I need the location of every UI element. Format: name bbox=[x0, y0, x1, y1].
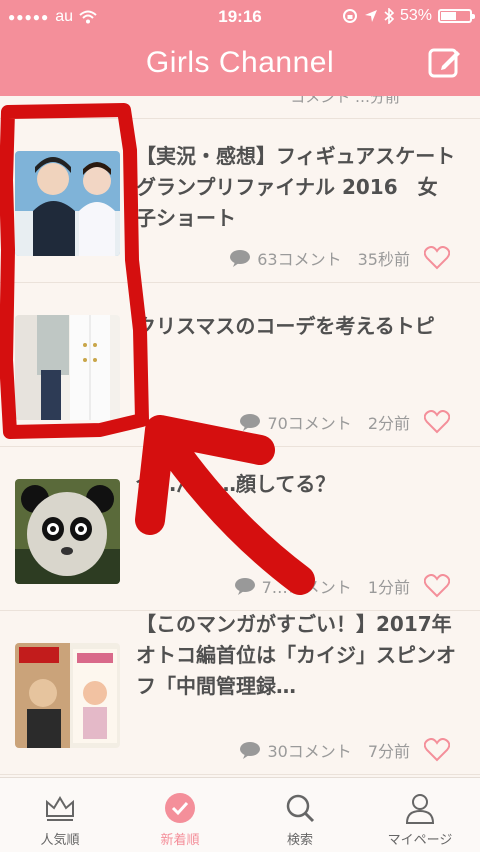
topic-list[interactable]: コメント …分前 【実況・感想】フィギュアスケートグランプリファイナル 2016… bbox=[0, 96, 480, 778]
comment-count: 63コメント bbox=[257, 250, 342, 269]
compose-icon[interactable] bbox=[428, 46, 462, 80]
comment-icon bbox=[240, 414, 261, 431]
heart-icon[interactable] bbox=[423, 574, 451, 598]
topic-meta: 30コメント 7分前 bbox=[239, 738, 451, 762]
comment-icon bbox=[234, 578, 255, 595]
comment-count: 70コメント bbox=[267, 414, 352, 433]
list-item[interactable]: クリスマスのコーデを考えるトピ 70コメント 2分前 bbox=[0, 283, 480, 447]
topic-title[interactable]: クリスマスのコーデを考えるトピ bbox=[136, 311, 456, 342]
location-icon bbox=[364, 10, 377, 22]
bluetooth-icon bbox=[384, 8, 394, 24]
posted-time: 35秒前 bbox=[357, 250, 410, 269]
posted-time: 2分前 bbox=[367, 414, 410, 433]
comment-icon bbox=[230, 250, 251, 267]
comment-icon bbox=[240, 742, 261, 759]
tab-label: マイページ bbox=[387, 833, 453, 848]
list-item[interactable]: 【このマンガがすごい！】2017年オトコ編首位は「カイジ」スピンオフ「中間管理録… bbox=[0, 611, 480, 775]
topic-meta: 63コメント 35秒前 bbox=[229, 246, 451, 270]
topic-thumbnail[interactable] bbox=[15, 643, 120, 748]
tab-ranking[interactable]: 人気順 bbox=[0, 778, 120, 852]
topic-title[interactable]: 【このマンガがすごい！】2017年オトコ編首位は「カイジ」スピンオフ「中間管理録… bbox=[136, 609, 456, 702]
posted-time: 1分前 bbox=[367, 578, 410, 597]
partial-meta: コメント …分前 bbox=[290, 96, 400, 106]
battery-percent: 53% bbox=[399, 7, 432, 24]
status-bar: ●●●●● au 19:16 53% bbox=[0, 0, 480, 34]
rotation-lock-icon bbox=[342, 9, 357, 23]
tab-label: 新着順 bbox=[160, 833, 200, 848]
person-icon bbox=[405, 794, 435, 824]
topic-thumbnail[interactable] bbox=[15, 479, 120, 584]
topic-meta: 70コメント 2分前 bbox=[239, 410, 451, 434]
tab-bar: 人気順 新着順 検索 マイページ bbox=[0, 777, 480, 852]
tab-mypage[interactable]: マイページ bbox=[360, 778, 480, 852]
list-item[interactable]: 【実況・感想】フィギュアスケートグランプリファイナル 2016 女子ショート 6… bbox=[0, 119, 480, 283]
heart-icon[interactable] bbox=[423, 410, 451, 434]
tab-label: 人気順 bbox=[40, 833, 80, 848]
comment-count: 7…コメント bbox=[261, 578, 352, 597]
topic-thumbnail[interactable] bbox=[15, 315, 120, 420]
heart-icon[interactable] bbox=[423, 246, 451, 270]
app-title: Girls Channel bbox=[145, 46, 335, 79]
posted-time: 7分前 bbox=[367, 742, 410, 761]
topic-title[interactable]: 【実況・感想】フィギュアスケートグランプリファイナル 2016 女子ショート bbox=[136, 141, 456, 234]
tab-new[interactable]: 新着順 bbox=[120, 778, 240, 852]
comment-count: 30コメント bbox=[267, 742, 352, 761]
search-icon bbox=[286, 794, 315, 823]
topic-meta: 7…コメント 1分前 bbox=[234, 574, 451, 598]
check-icon bbox=[165, 793, 195, 823]
heart-icon[interactable] bbox=[423, 738, 451, 762]
topic-title[interactable]: 今…んな…顔してる？ bbox=[136, 469, 456, 500]
app-header: Girls Channel bbox=[0, 34, 480, 96]
topic-thumbnail[interactable] bbox=[15, 151, 120, 256]
battery-icon bbox=[438, 9, 475, 23]
tab-label: 検索 bbox=[286, 833, 313, 848]
tab-search[interactable]: 検索 bbox=[240, 778, 360, 852]
crown-icon bbox=[46, 796, 74, 821]
list-item-partial[interactable]: コメント …分前 bbox=[0, 96, 480, 119]
list-item[interactable]: 今…んな…顔してる？ 7…コメント 1分前 bbox=[0, 447, 480, 611]
